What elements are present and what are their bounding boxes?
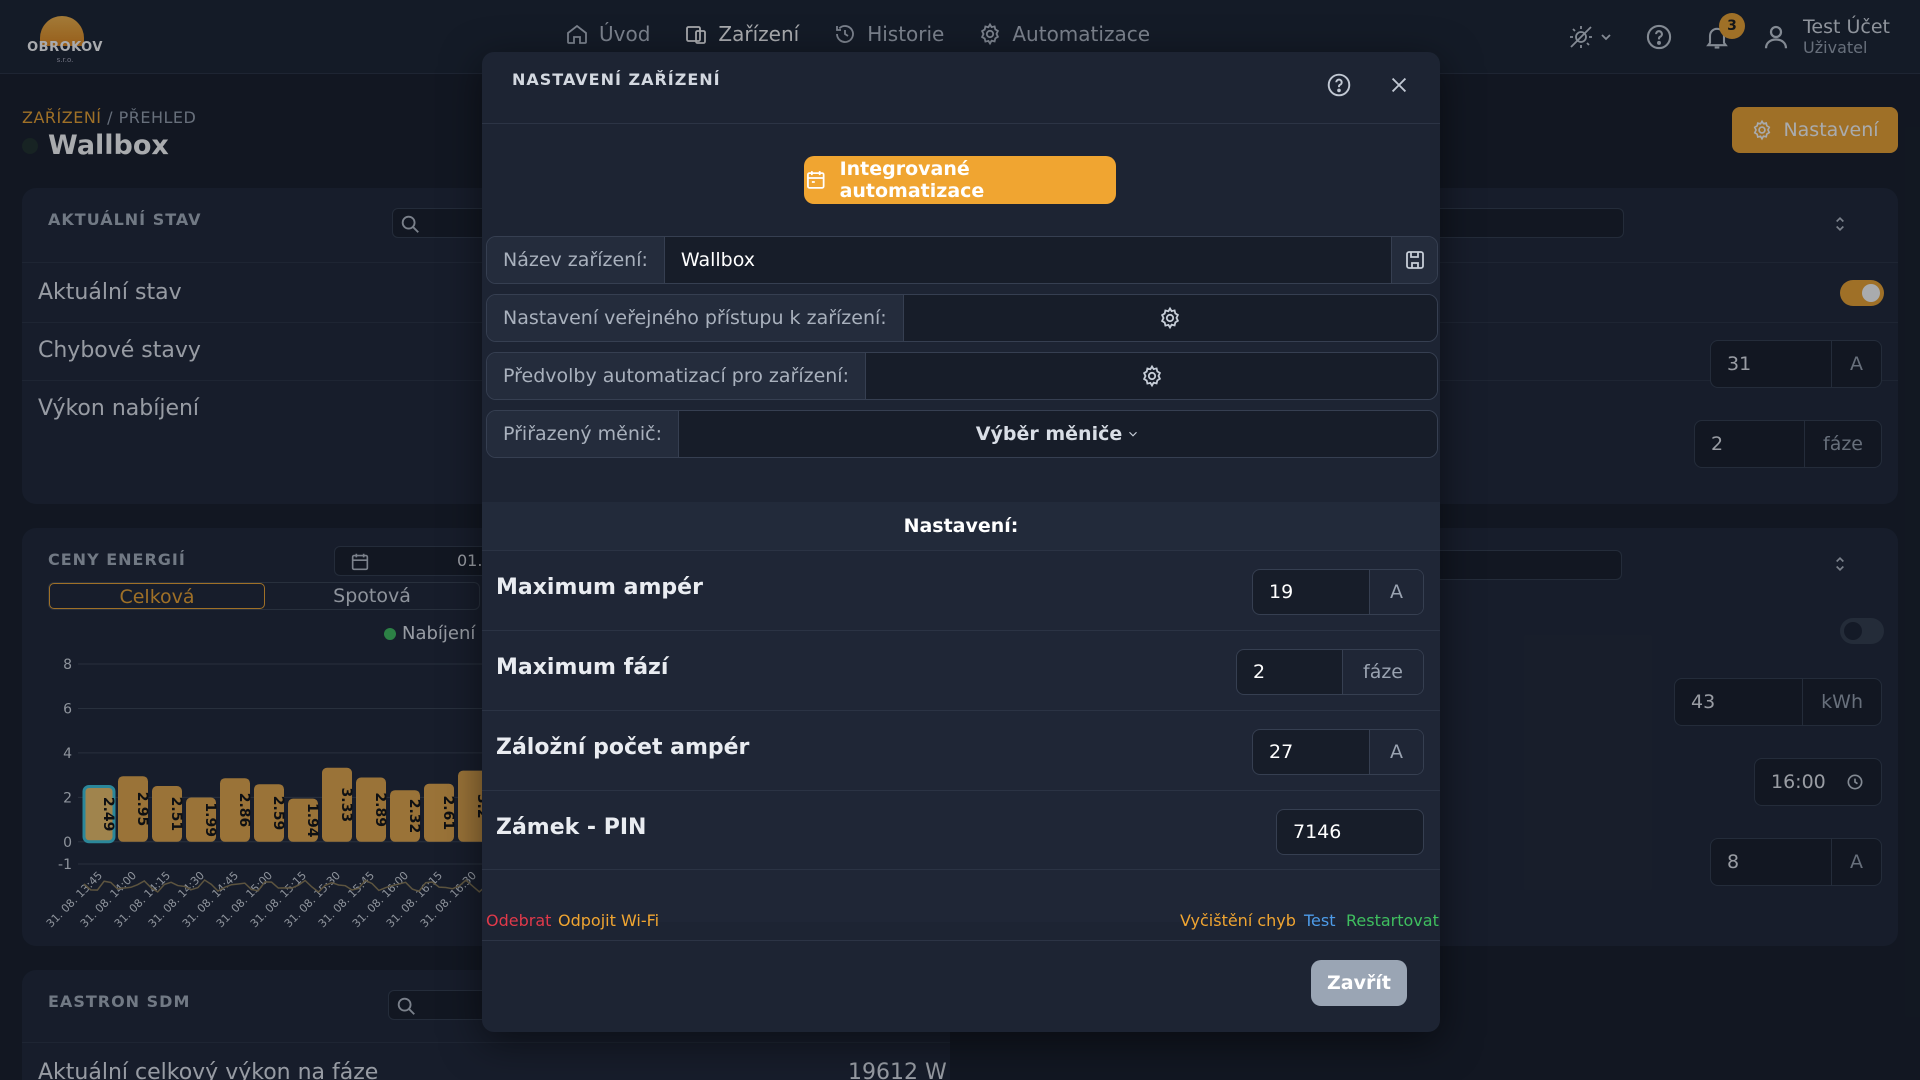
device-name-input[interactable]: Wallbox [664, 237, 1391, 283]
inverter-select[interactable]: Výběr měniče [679, 411, 1437, 457]
settings-header: Nastavení: [482, 502, 1440, 550]
setting-row-max-amps: Maximum ampér 19 A [482, 550, 1440, 630]
field-unit: A [1369, 570, 1423, 614]
public-access-group: Nastavení veřejného přístupu k zařízení: [486, 294, 1438, 342]
integrated-automations-label: Integrované automatizace [839, 158, 985, 202]
save-icon [1405, 251, 1424, 269]
inverter-group: Přiřazený měnič: Výběr měniče [486, 410, 1438, 458]
public-access-settings-button[interactable] [903, 295, 1437, 341]
setting-row-max-phases: Maximum fází 2 fáze [482, 630, 1440, 710]
gear-icon [1161, 306, 1180, 330]
calendar-icon [807, 171, 825, 189]
inverter-select-value: Výběr měniče [975, 423, 1123, 445]
setting-row-pin-lock: Zámek - PIN 7146 [482, 790, 1440, 870]
field-value: 19 [1269, 581, 1294, 603]
automation-presets-label: Předvolby automatizací pro zařízení: [487, 353, 866, 399]
setting-label: Maximum fází [496, 655, 669, 680]
field-unit: fáze [1342, 650, 1423, 694]
backup-amps-input[interactable]: 27 A [1252, 729, 1424, 775]
clear-errors-link[interactable]: Vyčištění chyb [1180, 911, 1296, 930]
automation-presets-button[interactable] [866, 353, 1437, 399]
pin-lock-input[interactable]: 7146 [1276, 809, 1424, 855]
device-actions-bar: Odebrat Odpojit Wi-Fi Vyčištění chyb Tes… [482, 907, 1440, 941]
remove-device-link[interactable]: Odebrat [486, 911, 551, 930]
setting-label: Záložní počet ampér [496, 735, 750, 760]
help-icon[interactable] [1326, 72, 1352, 98]
save-name-button[interactable] [1391, 237, 1437, 283]
inverter-label: Přiřazený měnič: [487, 411, 680, 457]
field-value: 7146 [1293, 821, 1342, 843]
public-access-label: Nastavení veřejného přístupu k zařízení: [487, 295, 904, 341]
integrated-automations-button[interactable]: Integrované automatizace [804, 156, 1116, 204]
modal-title: NASTAVENÍ ZAŘÍZENÍ [512, 70, 721, 89]
device-settings-modal: NASTAVENÍ ZAŘÍZENÍ Integrované automatiz… [482, 52, 1440, 1032]
modal-header: NASTAVENÍ ZAŘÍZENÍ [482, 52, 1440, 124]
max-amps-input[interactable]: 19 A [1252, 569, 1424, 615]
setting-label: Maximum ampér [496, 575, 703, 600]
setting-label: Zámek - PIN [496, 815, 647, 840]
close-button[interactable]: Zavřít [1311, 960, 1407, 1006]
close-icon[interactable] [1388, 74, 1410, 96]
disconnect-wifi-link[interactable]: Odpojit Wi-Fi [558, 911, 659, 930]
restart-link[interactable]: Restartovat [1346, 911, 1439, 930]
automation-presets-group: Předvolby automatizací pro zařízení: [486, 352, 1438, 400]
setting-row-backup-amps: Záložní počet ampér 27 A [482, 710, 1440, 790]
field-value: 27 [1269, 741, 1294, 763]
test-link[interactable]: Test [1304, 911, 1336, 930]
field-unit: A [1369, 730, 1423, 774]
chevron-down-icon [1129, 431, 1138, 437]
gear-icon [1142, 364, 1161, 388]
max-phases-input[interactable]: 2 fáze [1236, 649, 1424, 695]
device-name-group: Název zařízení: Wallbox [486, 236, 1438, 284]
device-name-label: Název zařízení: [487, 237, 665, 283]
field-value: 2 [1253, 661, 1266, 683]
